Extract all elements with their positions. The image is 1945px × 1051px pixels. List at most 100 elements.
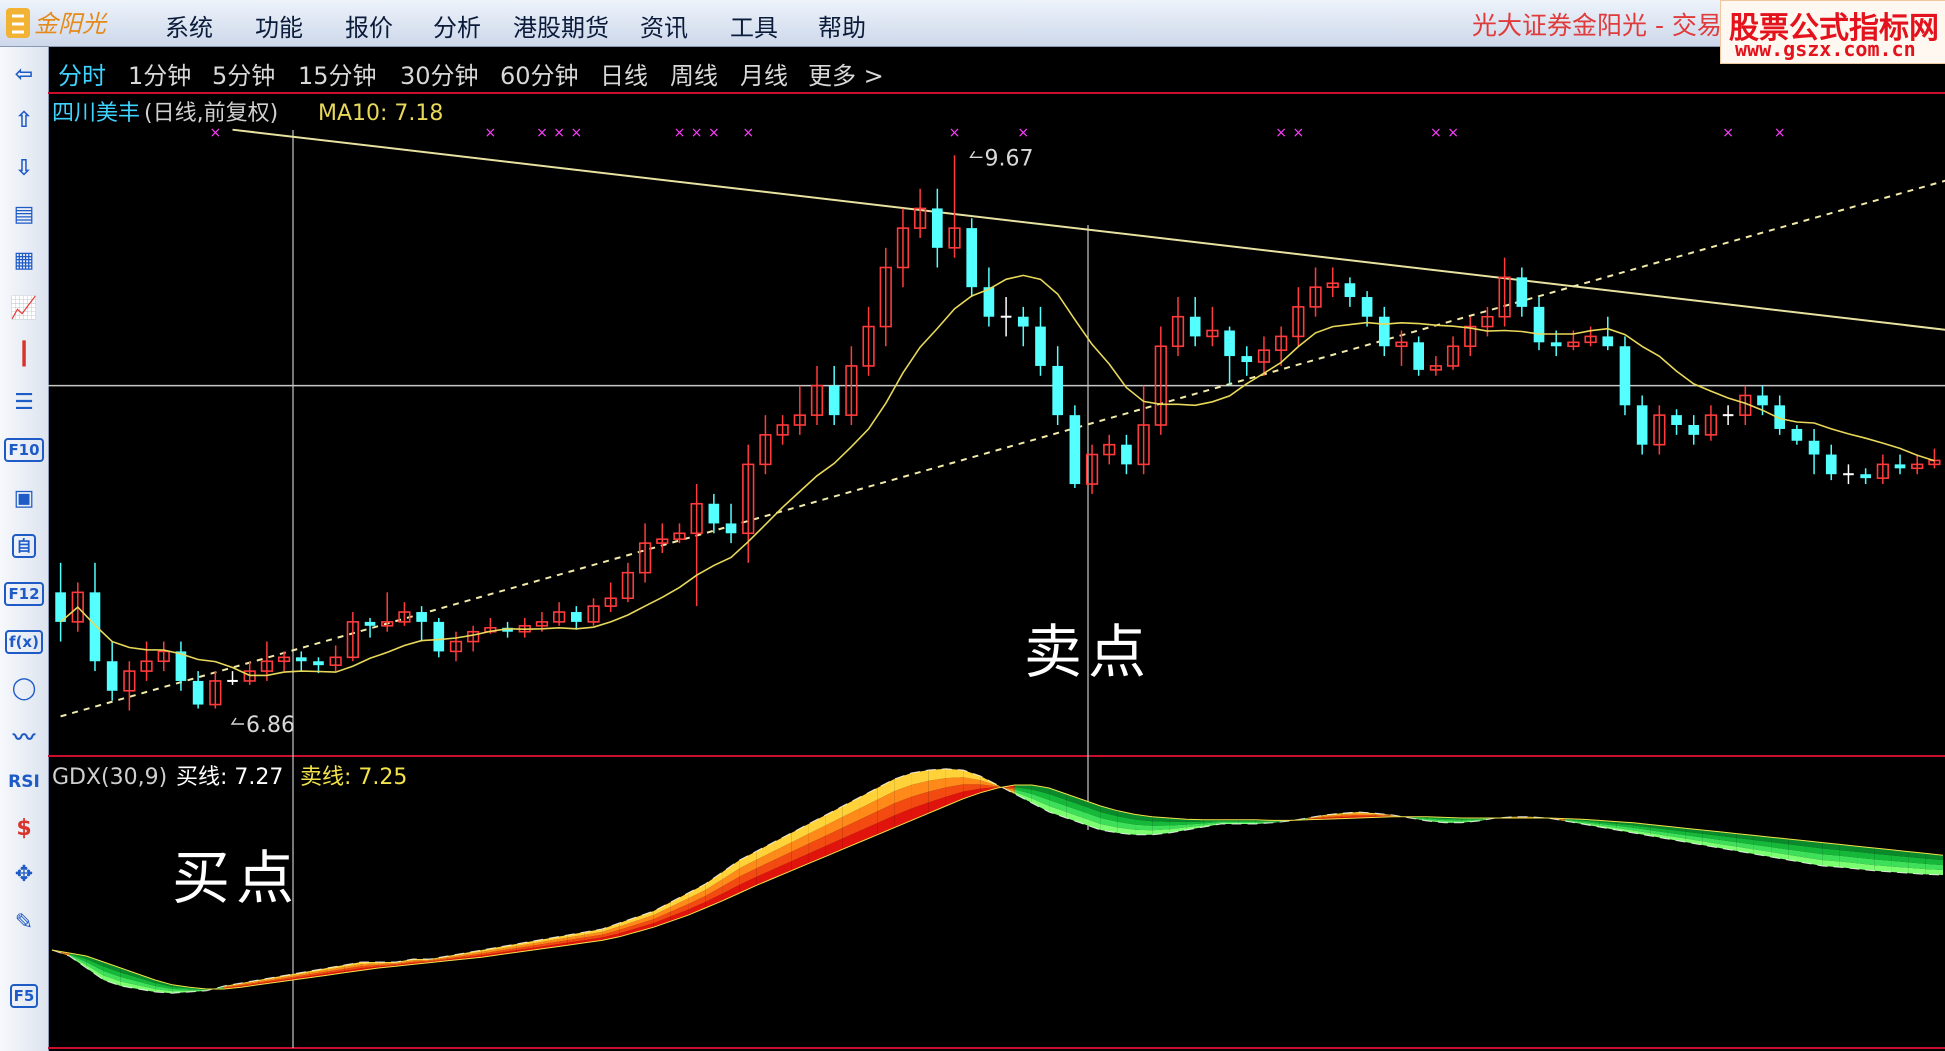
candle-body-14 (295, 657, 307, 662)
period-tab-6[interactable]: 日线 (600, 56, 648, 91)
indicator-icon[interactable]: 〰 (6, 719, 42, 753)
candle-body-95 (1688, 425, 1700, 435)
low-arrow (230, 717, 244, 725)
candle-body-107 (1894, 464, 1906, 469)
indicator-sell-line: 卖线: 7.25 (300, 765, 407, 790)
move-icon[interactable]: ✥ (6, 857, 42, 891)
menu-help[interactable]: 帮助 (818, 8, 866, 43)
formula-label: f(x) (5, 630, 43, 654)
stock-list-icon[interactable]: ▤ (6, 197, 42, 231)
ma10-line (60, 274, 1935, 677)
ma-label: MA10: 7.18 (318, 101, 443, 126)
circle-icon[interactable]: ◯ (6, 671, 42, 705)
period-tab-9[interactable]: 更多 > (808, 56, 884, 91)
watermark-banner: 股票公式指标网 www.gszx.com.cn (1720, 0, 1945, 64)
candle-body-45 (828, 385, 840, 416)
stock-chart[interactable]: × × × × × × × × × × × × × × × × × 四川美丰 (日线,前复权) MA10: 7.18 9… (48, 90, 1945, 1051)
stock-name: 四川美丰 (52, 101, 140, 126)
menu-hk-futures[interactable]: 港股期货 (513, 8, 609, 43)
period-tab-1[interactable]: 1分钟 (128, 56, 191, 91)
candle-body-56 (1017, 316, 1029, 327)
news-icon[interactable]: ☰ (6, 385, 42, 419)
candle-body-105 (1860, 474, 1871, 479)
line-chart-icon[interactable]: 📈 (6, 291, 42, 325)
signal-mark-7: × (708, 125, 720, 141)
signal-mark-12: × (1292, 125, 1304, 141)
period-info: (日线,前复权) (144, 101, 278, 126)
left-toolbar: ⇦ ⇧ ⇩ ▤ ▦ 📈 ┃ ☰ F10 ▣ 自 F12 f(x) ◯ 〰 RSI $ ✥ ✎ F5 (0, 47, 49, 1051)
signal-mark-1: × (485, 125, 497, 141)
menu-analysis[interactable]: 分析 (433, 8, 481, 43)
f5-icon[interactable]: F5 (6, 979, 42, 1013)
f12-icon[interactable]: F12 (4, 577, 44, 611)
gdx-band-69-1 (1238, 820, 1256, 822)
period-tab-0[interactable]: 分时 (58, 56, 106, 91)
candle-body-54 (983, 287, 995, 317)
candle-body-39 (725, 523, 737, 534)
custom-icon[interactable]: 自 (6, 529, 42, 563)
gdx-band-68-1 (1220, 820, 1239, 822)
candle-body-77 (1378, 316, 1390, 347)
candle-body-66 (1189, 316, 1201, 337)
gdx-band-68-2 (1220, 821, 1239, 823)
board-icon[interactable]: ▣ (6, 481, 42, 515)
high-arrow (969, 150, 983, 158)
candle-body-18 (364, 621, 376, 626)
period-tab-2[interactable]: 5分钟 (212, 56, 275, 91)
candle-body-51 (932, 208, 943, 248)
money-icon[interactable]: $ (6, 811, 42, 845)
candle-body-75 (1344, 283, 1356, 298)
signal-mark-16: × (1774, 125, 1786, 141)
gdx-band-63-3 (1135, 829, 1153, 835)
rsi-icon[interactable]: RSI (6, 765, 42, 799)
grid-icon[interactable]: ▦ (6, 243, 42, 277)
signal-mark-6: × (691, 125, 703, 141)
custom-label: 自 (12, 534, 36, 558)
candle-body-69 (1241, 356, 1253, 362)
up-arrow-icon[interactable]: ⇧ (6, 103, 42, 137)
sell-point-annotation: 卖点 (1024, 618, 1152, 686)
candle-body-57 (1035, 326, 1046, 366)
period-tab-7[interactable]: 周线 (670, 56, 718, 91)
support-trendline (60, 179, 1945, 718)
candle-body-59 (1069, 415, 1081, 485)
signal-mark-14: × (1447, 125, 1459, 141)
f10-icon[interactable]: F10 (4, 433, 44, 467)
signal-mark-2: × (536, 125, 548, 141)
candle-body-79 (1413, 342, 1425, 370)
period-tab-8[interactable]: 月线 (740, 56, 788, 91)
candle-body-15 (313, 661, 324, 666)
svg-text:金阳光: 金阳光 (34, 10, 108, 38)
period-tab-4[interactable]: 30分钟 (400, 56, 479, 91)
app-logo: 金阳光 (6, 8, 108, 38)
menu-quote[interactable]: 报价 (345, 8, 393, 43)
signal-mark-5: × (674, 125, 686, 141)
candle-body-103 (1825, 454, 1837, 475)
formula-icon[interactable]: f(x) (5, 625, 43, 659)
candle-body-91 (1619, 346, 1631, 406)
candle-body-30 (570, 612, 582, 622)
f5-label: F5 (9, 984, 39, 1008)
candlestick-icon[interactable]: ┃ (6, 337, 42, 371)
period-tab-5[interactable]: 60分钟 (500, 56, 579, 91)
down-arrow-icon[interactable]: ⇩ (6, 151, 42, 185)
candle-body-87 (1550, 342, 1562, 347)
period-tab-3[interactable]: 15分钟 (298, 56, 377, 91)
pencil-icon[interactable]: ✎ (6, 905, 42, 939)
signal-mark-10: × (1017, 125, 1029, 141)
signal-mark-0: × (209, 125, 221, 141)
candle-body-62 (1121, 444, 1132, 465)
signal-mark-3: × (553, 125, 565, 141)
candle-body-21 (416, 612, 427, 622)
candle-body-8 (192, 680, 204, 705)
gdx-band-109-3 (1925, 869, 1943, 875)
signal-mark-8: × (742, 125, 754, 141)
back-arrow-icon[interactable]: ⇦ (6, 57, 42, 91)
watermark-url: www.gszx.com.cn (1735, 37, 1916, 61)
menu-news[interactable]: 资讯 (640, 8, 688, 43)
menu-tools[interactable]: 工具 (730, 8, 778, 43)
menu-system[interactable]: 系统 (165, 8, 213, 43)
candle-body-101 (1791, 428, 1803, 441)
signal-mark-13: × (1430, 125, 1442, 141)
menu-function[interactable]: 功能 (255, 8, 303, 43)
